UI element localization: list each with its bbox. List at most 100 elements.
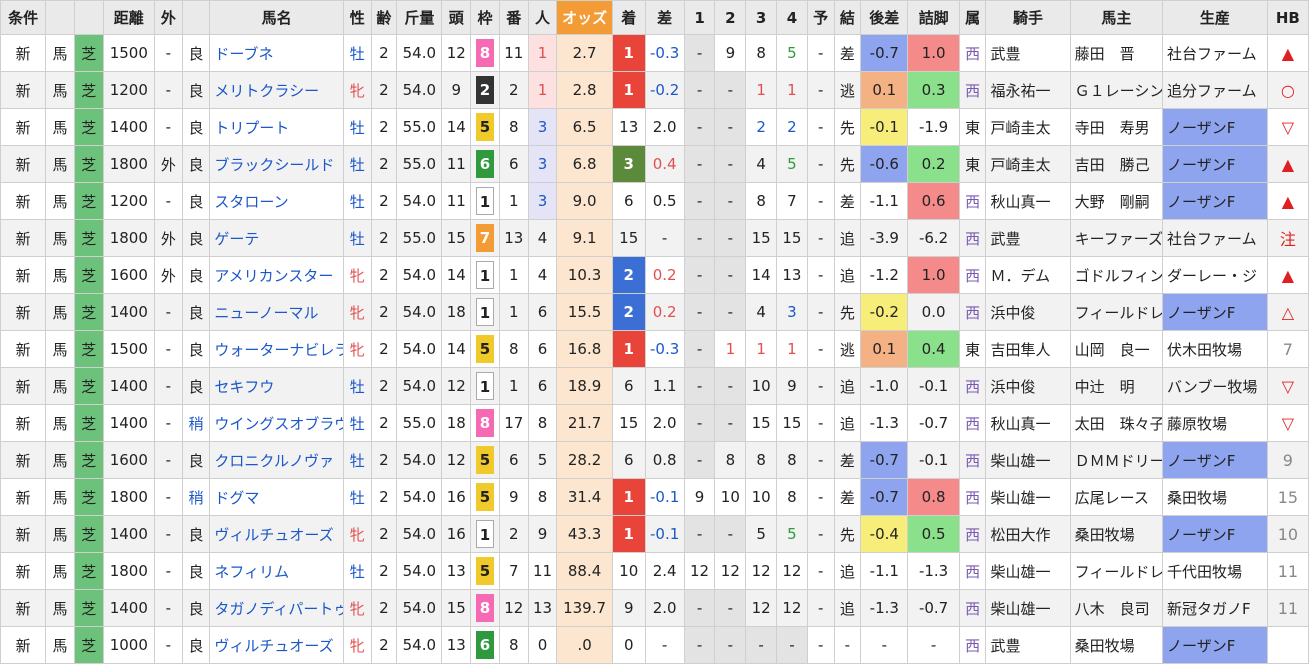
column-header[interactable]: 1 (683, 0, 716, 35)
column-header[interactable]: 生産 (1162, 0, 1268, 35)
column-header[interactable]: 距離 (102, 0, 155, 35)
breeder-cell: ノーザンF (1162, 108, 1268, 146)
column-header[interactable]: 差 (644, 0, 685, 35)
column-header[interactable]: HB (1266, 0, 1309, 35)
horse-name-link[interactable]: ネフィリム (209, 552, 344, 590)
gate-number-badge: 1 (476, 520, 495, 548)
owner-cell: 中辻 明 (1069, 367, 1164, 405)
table-row[interactable]: 新馬芝 1400- 良トリプート牡 2 55.0 14 5 8 3 6.5 13 2.0- -2 2- 先 -… (0, 108, 1309, 146)
race-type-cell: 馬 (45, 145, 75, 183)
column-header[interactable]: オッズ (556, 0, 613, 35)
table-row[interactable]: 新馬芝 1800- 良ネフィリム牡 2 54.0 13 5 7 11 88.4 10 2.4 12 12 1… (0, 552, 1309, 590)
gate-number-badge: 5 (476, 113, 495, 141)
column-header[interactable] (181, 0, 211, 35)
horse-number-cell: 11 (498, 34, 529, 72)
jockey-cell: 吉田隼人 (985, 330, 1071, 368)
horse-name-link[interactable]: ウォーターナビレラ (209, 330, 344, 368)
column-header[interactable]: 属 (958, 0, 987, 35)
table-row[interactable]: 新馬芝 1200- 良スタローン牡 2 54.0 11 1 1 3 9.0 6 0.5- -8 7- 差 -1… (0, 182, 1309, 220)
going-cell: 良 (181, 219, 211, 257)
stable-region-cell: 西 (958, 478, 987, 516)
column-header[interactable]: 頭 (441, 0, 472, 35)
horse-name-link[interactable]: ドグマ (209, 478, 344, 516)
margin-cell: 0.8 (644, 441, 685, 479)
corner-position-cell: - (714, 515, 747, 553)
table-row[interactable]: 新馬芝 1500- 良ドーブネ牡 2 54.0 12 8 11 1 2.7 1 -0.3-9 8 5- 差 -… (0, 34, 1309, 72)
odds-cell: .0 (556, 626, 613, 664)
column-header[interactable]: 詰脚 (907, 0, 960, 35)
corner-position-cell: 9 (683, 478, 716, 516)
sex-cell: 牡 (342, 108, 372, 146)
column-header[interactable]: 後差 (860, 0, 909, 35)
sex-cell: 牡 (342, 478, 372, 516)
table-row[interactable]: 新馬芝 1400- 良ニューノーマル牝 2 54.0 18 1 1 6 15.5 2 0.2- -4 3-… (0, 293, 1309, 331)
table-row[interactable]: 新馬芝 1400- 良タガノディパートゥ牝 2 54.0 15 8 12 13 139.7 9 2.0… (0, 589, 1309, 627)
column-header[interactable]: 2 (714, 0, 747, 35)
horse-name-link[interactable]: ウイングスオブラヴ (209, 404, 344, 442)
horse-name-link[interactable]: ゲーテ (209, 219, 344, 257)
horse-name-link[interactable]: タガノディパートゥ (209, 589, 344, 627)
column-header[interactable]: 番 (498, 0, 529, 35)
finish-cell: 1 (611, 330, 646, 368)
horse-name-link[interactable]: ヴィルチュオーズ (209, 515, 344, 553)
horse-name-link[interactable]: ニューノーマル (209, 293, 344, 331)
condition-cell: 新 (0, 589, 47, 627)
corner-position-cell: - (683, 330, 716, 368)
horse-name-link[interactable]: ヴィルチュオーズ (209, 626, 344, 664)
age-cell: 2 (370, 589, 398, 627)
table-row[interactable]: 新馬芝 1500- 良ウォーターナビレラ牝 2 54.0 14 5 8 6 16.8 1 -0.3-1… (0, 330, 1309, 368)
column-header[interactable]: 着 (611, 0, 646, 35)
horse-name-link[interactable]: セキフウ (209, 367, 344, 405)
horse-name-link[interactable]: ドーブネ (209, 34, 344, 72)
horse-name-link[interactable]: ブラックシールド (209, 145, 344, 183)
column-header[interactable]: 外 (153, 0, 183, 35)
table-row[interactable]: 新馬芝 1400- 良ヴィルチュオーズ牝 2 54.0 16 1 2 9 43.3 1 -0.1- -5… (0, 515, 1309, 553)
table-row[interactable]: 新馬芝 1800 外良ブラックシールド牡 2 55.0 11 6 6 3 6.8 3 0.4- -4 5-… (0, 145, 1309, 183)
column-header[interactable]: 予 (806, 0, 835, 35)
column-header[interactable]: 4 (776, 0, 808, 35)
corner-position-cell: 7 (776, 182, 808, 220)
horse-name-link[interactable]: スタローン (209, 182, 344, 220)
prediction-cell: - (806, 441, 835, 479)
table-row[interactable]: 新馬芝 1400- 良セキフウ牡 2 54.0 12 1 1 6 18.9 6 1.1- -10 9- 追 -… (0, 367, 1309, 405)
table-row[interactable]: 新馬芝 1000- 良ヴィルチュオーズ牝 2 54.0 13 6 8 0.0 0- - - - - - - - -… (0, 626, 1309, 664)
owner-cell: 吉田 勝己 (1069, 145, 1164, 183)
odds-cell: 139.7 (556, 589, 613, 627)
field-size-cell: 16 (441, 515, 472, 553)
owner-cell: 広尾レース (1069, 478, 1164, 516)
jockey-cell: 柴山雄一 (985, 589, 1071, 627)
table-row[interactable]: 新馬芝 1600- 良クロニクルノヴァ牡 2 54.0 12 5 6 5 28.2 6 0.8-8 8 8… (0, 441, 1309, 479)
horse-name-link[interactable]: クロニクルノヴァ (209, 441, 344, 479)
column-header[interactable]: 馬主 (1069, 0, 1164, 35)
column-header[interactable]: 枠 (470, 0, 500, 35)
table-row[interactable]: 新馬芝 1600 外良アメリカンスター牝 2 54.0 14 1 1 4 10.3 2 0.2- -14… (0, 256, 1309, 294)
horse-name-link[interactable]: トリプート (209, 108, 344, 146)
gate-number-badge: 2 (476, 76, 495, 104)
table-row[interactable]: 新馬芝 1400- 稍ウイングスオブラヴ牡 2 55.0 18 8 17 8 21.7 15 2.0-… (0, 404, 1309, 442)
column-header[interactable]: 3 (745, 0, 778, 35)
table-row[interactable]: 新馬芝 1200- 良メリトクラシー牝 2 54.0 9 2 2 1 2.8 1 -0.2- -1 1- 逃… (0, 71, 1309, 109)
column-header[interactable]: 結 (833, 0, 862, 35)
running-style-cell: 逃 (833, 330, 862, 368)
popularity-cell: 3 (527, 145, 558, 183)
table-row[interactable]: 新馬芝 1800 外良ゲーテ牡 2 55.0 15 7 13 4 9.1 15- - -15 15- 追 -3… (0, 219, 1309, 257)
horse-name-link[interactable]: アメリカンスター (209, 256, 344, 294)
closing-speed-cell: 0.0 (907, 293, 960, 331)
column-header[interactable]: 人 (527, 0, 558, 35)
gate-cell: 1 (470, 515, 500, 553)
odds-cell: 43.3 (556, 515, 613, 553)
column-header[interactable]: 騎手 (985, 0, 1071, 35)
column-header[interactable]: 齢 (370, 0, 398, 35)
popularity-cell: 6 (527, 293, 558, 331)
column-header[interactable]: 馬名 (209, 0, 344, 35)
column-header[interactable]: 斤量 (396, 0, 443, 35)
column-header[interactable] (73, 0, 104, 35)
column-header[interactable]: 条件 (0, 0, 47, 35)
condition-cell: 新 (0, 71, 47, 109)
weight-cell: 54.0 (396, 293, 443, 331)
column-header[interactable] (45, 0, 75, 35)
horse-name-link[interactable]: メリトクラシー (209, 71, 344, 109)
table-row[interactable]: 新馬芝 1800- 稍ドグマ牡 2 54.0 16 5 9 8 31.4 1 -0.1 9 10 10 8- 差… (0, 478, 1309, 516)
table-body: 新馬芝 1500- 良ドーブネ牡 2 54.0 12 8 11 1 2.7 1 -0.3-9 8 5- 差 -… (0, 34, 1309, 664)
column-header[interactable]: 性 (342, 0, 372, 35)
